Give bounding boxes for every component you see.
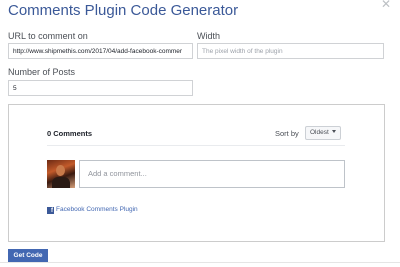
comment-input[interactable]: Add a comment... [79,160,345,188]
dialog-title: Comments Plugin Code Generator [8,2,239,19]
avatar-body [52,177,70,188]
sort-selected: Oldest [310,129,329,136]
facebook-icon: f [47,207,54,214]
comment-count: 0 Comments [47,129,93,138]
sort-select[interactable]: Oldest [305,126,341,140]
divider [47,145,345,146]
avatar [47,160,75,188]
url-label: URL to comment on [8,31,88,41]
get-code-button[interactable]: Get Code [8,249,48,263]
posts-label: Number of Posts [8,67,76,77]
url-input[interactable] [8,43,193,59]
avatar-face [56,165,65,176]
close-icon[interactable]: ✕ [381,0,391,11]
bottom-divider [0,262,400,263]
plugin-preview: 0 Comments Sort by Oldest Add a comment.… [8,104,385,242]
facebook-plugin-label: Facebook Comments Plugin [56,206,138,213]
facebook-plugin-link[interactable]: f Facebook Comments Plugin [47,206,138,214]
sort-label: Sort by [275,129,299,138]
width-input[interactable] [197,43,384,59]
width-label: Width [197,31,221,41]
posts-input[interactable] [8,80,193,96]
caret-down-icon [331,130,336,133]
